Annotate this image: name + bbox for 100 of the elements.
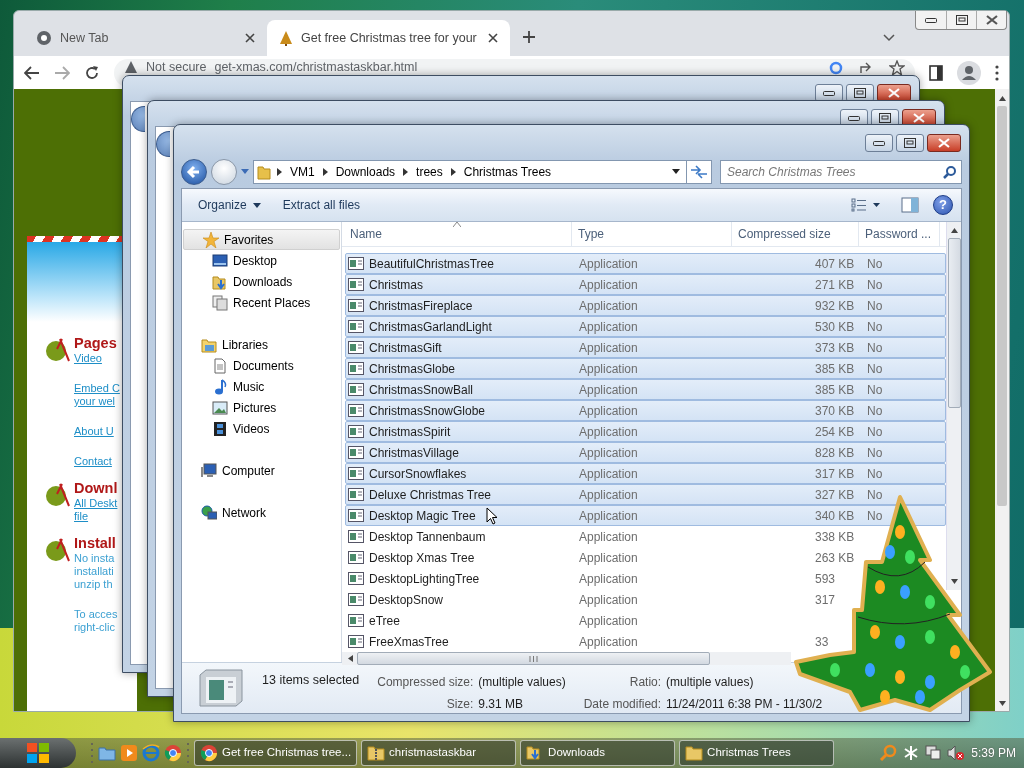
forward-button[interactable]	[211, 159, 237, 185]
volume-muted-icon[interactable]	[947, 745, 966, 761]
horizontal-scrollbar[interactable]	[342, 652, 791, 665]
back-button[interactable]	[181, 159, 207, 185]
browser-tab[interactable]: New Tab	[24, 20, 267, 56]
breadcrumb-arrow-icon[interactable]	[277, 168, 282, 176]
toolbar-button[interactable]: Organize	[190, 193, 269, 217]
file-row[interactable]: ChristmasGift Application 373 KB No	[345, 337, 946, 358]
app-window-icon	[348, 341, 364, 354]
file-row[interactable]: ChristmasGarlandLight Application 530 KB No	[345, 316, 946, 337]
back-button[interactable]	[156, 131, 170, 157]
file-row[interactable]: Desktop Tannenbaum Application 338 KB	[345, 526, 856, 547]
breadcrumb-arrow-icon[interactable]	[322, 168, 328, 176]
minimize-button[interactable]	[865, 134, 893, 152]
menu-dots-icon[interactable]	[995, 64, 999, 81]
address-field[interactable]: VM1 Downloads trees Christmas Trees	[253, 160, 712, 184]
file-name: Deluxe Christmas Tree	[369, 486, 492, 504]
file-name: Desktop Magic Tree	[369, 507, 476, 525]
file-row[interactable]: eTree Application	[345, 610, 816, 631]
file-row[interactable]: ChristmasGlobe Application 385 KB No	[345, 358, 946, 379]
file-size: 327 KB	[814, 486, 856, 504]
nav-item[interactable]: Videos	[182, 418, 341, 439]
nav-item[interactable]: Network	[182, 502, 341, 523]
nav-item[interactable]: Documents	[182, 355, 341, 376]
file-row[interactable]: FreeXmasTree Application 33	[345, 631, 830, 652]
nav-item[interactable]: Favorites	[183, 229, 340, 250]
breadcrumb-item[interactable]: VM1	[288, 163, 317, 181]
nav-item[interactable]: Recent Places	[182, 292, 341, 313]
password-value: No	[866, 339, 884, 357]
film-strip-icon	[212, 420, 228, 437]
taskbar-button[interactable]: christmastaskbar	[361, 740, 517, 766]
side-panel-icon[interactable]	[929, 64, 943, 81]
file-row[interactable]: ChristmasVillage Application 828 KB No	[345, 442, 946, 463]
detail-label: Ratio:	[628, 674, 662, 691]
view-options-icon[interactable]	[851, 198, 881, 212]
close-button[interactable]	[927, 134, 961, 152]
link[interactable]: Contact	[74, 455, 120, 468]
scroll-left-arrow-icon[interactable]	[346, 654, 354, 663]
browser-tab[interactable]: Get free Christmas tree for your	[267, 20, 510, 56]
dropdown-arrow-icon[interactable]	[672, 169, 680, 175]
star-outline-icon[interactable]	[889, 59, 905, 76]
nav-item[interactable]: Libraries	[182, 334, 341, 355]
nav-item[interactable]: Desktop	[182, 250, 341, 271]
round-logo-icon[interactable]	[164, 744, 182, 762]
close-icon[interactable]	[245, 33, 255, 43]
file-row[interactable]: DesktopLightingTree Application 593	[345, 568, 837, 589]
file-row[interactable]: ChristmasSnowBall Application 385 KB No	[345, 379, 946, 400]
file-size: 932 KB	[814, 297, 856, 315]
page-scrollbar[interactable]	[995, 89, 1009, 711]
file-row[interactable]: ChristmasSpirit Application 254 KB No	[345, 421, 946, 442]
breadcrumb-item[interactable]: Downloads	[333, 163, 398, 181]
link[interactable]: Video	[74, 352, 120, 365]
nav-item[interactable]: Downloads	[182, 271, 341, 292]
file-row[interactable]: Deluxe Christmas Tree Application 327 KB No	[345, 484, 946, 505]
breadcrumb-item[interactable]: Christmas Trees	[461, 163, 554, 181]
star-icon	[203, 231, 219, 248]
link[interactable]: Embed C your wel	[74, 382, 120, 408]
close-icon	[938, 138, 950, 148]
link[interactable]: All Deskt file	[74, 497, 118, 523]
scroll-down-arrow-icon[interactable]	[997, 700, 1007, 707]
network-icon[interactable]	[925, 745, 942, 761]
breadcrumb-item[interactable]: trees	[414, 163, 445, 181]
search-field[interactable]: Search Christmas Trees	[720, 160, 962, 184]
taskbar-button[interactable]: Downloads	[520, 740, 676, 766]
g-logo-icon[interactable]	[829, 59, 843, 76]
file-row[interactable]: Desktop Magic Tree Application 340 KB No	[345, 505, 946, 526]
breadcrumb-arrow-icon[interactable]	[403, 168, 409, 176]
scroll-up-arrow-icon[interactable]	[997, 95, 1007, 102]
reload-icon[interactable]	[84, 64, 100, 81]
file-row[interactable]: CursorSnowflakes Application 317 KB No	[345, 463, 946, 484]
back-button[interactable]	[131, 106, 145, 132]
scroll-down-arrow-icon[interactable]	[949, 578, 959, 585]
detail-value: 9.31 MB	[478, 696, 525, 713]
file-row[interactable]: ChristmasSnowGlobe Application 370 KB No	[345, 400, 946, 421]
nav-item[interactable]: Computer	[182, 460, 341, 481]
file-row[interactable]: Desktop Xmas Tree Application 263 KB	[345, 547, 856, 568]
snowflake-icon[interactable]	[903, 745, 920, 761]
maximize-button[interactable]	[896, 134, 924, 152]
toolbar-button[interactable]: Extract all files	[274, 193, 369, 217]
scroll-up-arrow-icon[interactable]	[949, 227, 959, 234]
file-row[interactable]: BeautifulChristmasTree Application 407 KB No	[345, 253, 946, 274]
file-row[interactable]: Christmas Application 271 KB No	[345, 274, 946, 295]
vertical-scrollbar[interactable]	[946, 222, 961, 590]
chevron-down-icon[interactable]	[883, 34, 895, 42]
taskbar-button[interactable]: Get free Christmas tree...	[194, 740, 358, 766]
close-icon[interactable]	[488, 33, 498, 43]
media-player-icon[interactable]	[120, 744, 138, 762]
file-row[interactable]: DesktopSnow Application 317	[345, 589, 837, 610]
search-icon[interactable]	[943, 166, 956, 179]
clock[interactable]: 5:39 PM	[971, 744, 1016, 762]
start-button[interactable]	[0, 738, 76, 768]
file-row[interactable]: ChristmasFireplace Application 932 KB No	[345, 295, 946, 316]
back-arrow-icon[interactable]	[24, 65, 40, 80]
nav-item[interactable]: Pictures	[182, 397, 341, 418]
breadcrumb-arrow-icon[interactable]	[450, 168, 456, 176]
taskbar-button[interactable]: Christmas Trees	[679, 740, 835, 766]
profile-avatar-icon[interactable]	[957, 60, 981, 85]
link[interactable]: About U	[74, 425, 120, 438]
nav-item[interactable]: Music	[182, 376, 341, 397]
plus-icon[interactable]	[522, 30, 536, 44]
